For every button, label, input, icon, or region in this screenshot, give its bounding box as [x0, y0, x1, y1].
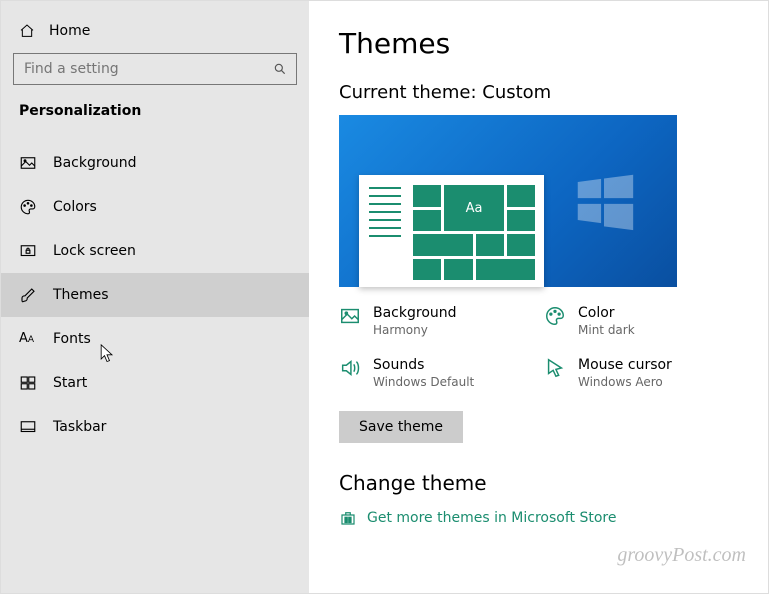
setting-title: Color — [578, 305, 635, 321]
setting-value: Harmony — [373, 323, 457, 337]
sidebar-item-label: Fonts — [53, 331, 91, 347]
home-icon — [19, 23, 35, 39]
cursor-icon — [544, 357, 566, 379]
lockscreen-icon — [19, 242, 37, 260]
sidebar-item-taskbar[interactable]: Taskbar — [1, 405, 309, 449]
watermark: groovyPost.com — [617, 544, 746, 567]
palette-icon — [19, 198, 37, 216]
sidebar-item-themes[interactable]: Themes — [1, 273, 309, 317]
setting-mouse-cursor[interactable]: Mouse cursor Windows Aero — [544, 357, 719, 389]
preview-start-window: Aa — [359, 175, 544, 287]
taskbar-icon — [19, 418, 37, 436]
picture-icon — [339, 305, 361, 327]
search-wrap — [1, 53, 309, 103]
brush-icon — [19, 286, 37, 304]
main-content: Themes Current theme: Custom Aa — [309, 1, 768, 593]
setting-value: Windows Aero — [578, 375, 672, 389]
sidebar-item-label: Colors — [53, 199, 97, 215]
sidebar-item-start[interactable]: Start — [1, 361, 309, 405]
start-icon — [19, 374, 37, 392]
search-icon — [273, 62, 287, 76]
windows-logo-icon — [569, 166, 639, 236]
save-theme-button[interactable]: Save theme — [339, 411, 463, 443]
theme-preview: Aa — [339, 115, 677, 287]
setting-color[interactable]: Color Mint dark — [544, 305, 719, 337]
store-link[interactable]: Get more themes in Microsoft Store — [339, 509, 738, 527]
store-icon — [339, 509, 357, 527]
setting-title: Background — [373, 305, 457, 321]
category-heading: Personalization — [1, 103, 309, 135]
settings-window: Home Personalization Background — [0, 0, 769, 594]
home-button[interactable]: Home — [1, 13, 309, 53]
fonts-icon: AA — [19, 330, 37, 348]
speaker-icon — [339, 357, 361, 379]
sidebar: Home Personalization Background — [1, 1, 309, 593]
picture-icon — [19, 154, 37, 172]
sidebar-item-colors[interactable]: Colors — [1, 185, 309, 229]
sidebar-item-label: Taskbar — [53, 419, 106, 435]
store-link-label: Get more themes in Microsoft Store — [367, 510, 616, 526]
palette-icon — [544, 305, 566, 327]
sidebar-item-label: Background — [53, 155, 137, 171]
setting-sounds[interactable]: Sounds Windows Default — [339, 357, 514, 389]
sidebar-nav: Background Colors Lock screen The — [1, 141, 309, 449]
setting-background[interactable]: Background Harmony — [339, 305, 514, 337]
page-title: Themes — [339, 27, 738, 60]
theme-settings-grid: Background Harmony Color Mint dark — [339, 305, 719, 389]
change-theme-heading: Change theme — [339, 471, 738, 495]
setting-title: Mouse cursor — [578, 357, 672, 373]
sidebar-item-lockscreen[interactable]: Lock screen — [1, 229, 309, 273]
current-theme-label: Current theme: Custom — [339, 82, 738, 103]
setting-value: Mint dark — [578, 323, 635, 337]
setting-title: Sounds — [373, 357, 474, 373]
home-label: Home — [49, 23, 90, 39]
search-input[interactable] — [13, 53, 297, 85]
sidebar-item-label: Themes — [53, 287, 109, 303]
setting-value: Windows Default — [373, 375, 474, 389]
sidebar-item-label: Start — [53, 375, 87, 391]
sidebar-item-background[interactable]: Background — [1, 141, 309, 185]
sidebar-item-label: Lock screen — [53, 243, 136, 259]
sidebar-item-fonts[interactable]: AA Fonts — [1, 317, 309, 361]
